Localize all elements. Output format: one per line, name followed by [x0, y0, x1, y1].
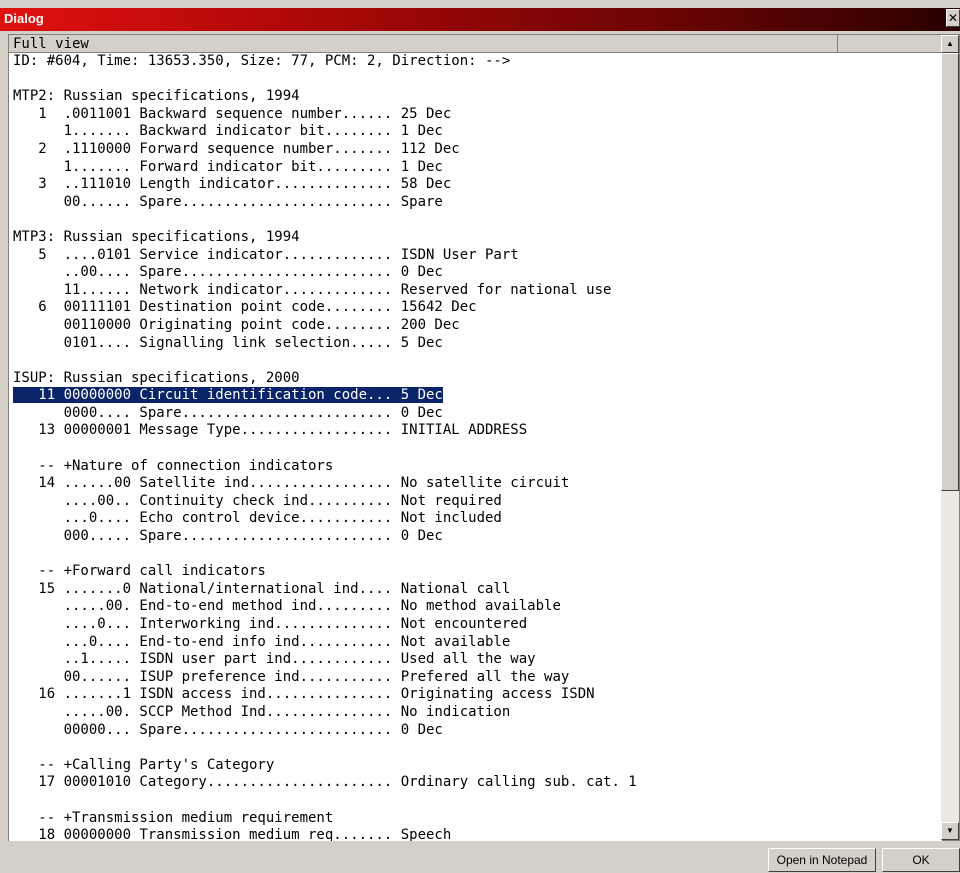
header-column-divider[interactable] [837, 35, 941, 52]
message-line-text: ..1..... ISDN user part ind............ … [13, 651, 536, 668]
message-line-text: 0000.... Spare......................... … [13, 404, 443, 421]
message-line-text: 3 ..111010 Length indicator.............… [13, 176, 452, 193]
message-line[interactable]: 11...... Network indicator............. … [9, 282, 942, 300]
message-line-text: MTP3: Russian specifications, 1994 [13, 228, 300, 245]
close-button[interactable]: ✕ [946, 9, 960, 27]
message-line-text: 16 .......1 ISDN access ind.............… [13, 686, 595, 703]
message-line-text: 00110000 Originating point code........ … [13, 316, 460, 333]
message-line-text: 000..... Spare......................... … [13, 528, 443, 545]
message-line[interactable]: 00...... ISUP preference ind........... … [9, 669, 942, 687]
message-line[interactable]: 18 00000000 Transmission medium req.....… [9, 827, 942, 841]
message-line-text: -- +Transmission medium requirement [13, 809, 334, 826]
full-view-header-label: Full view [13, 36, 89, 52]
message-line[interactable]: 13 00000001 Message Type................… [9, 422, 942, 440]
message-line[interactable]: -- +Forward call indicators [9, 563, 942, 581]
message-line[interactable]: 00110000 Originating point code........ … [9, 317, 942, 335]
message-line-text: 15 .......0 National/international ind..… [13, 580, 511, 597]
message-line-text: 11...... Network indicator............. … [13, 281, 612, 298]
message-line[interactable]: 14 ......00 Satellite ind...............… [9, 475, 942, 493]
message-line[interactable] [9, 211, 942, 229]
message-line[interactable]: 15 .......0 National/international ind..… [9, 581, 942, 599]
message-line[interactable]: ...0.... End-to-end info ind........... … [9, 634, 942, 652]
message-line-text: ....0... Interworking ind.............. … [13, 616, 528, 632]
message-line-text: 6 00111101 Destination point code.......… [13, 299, 477, 316]
message-line[interactable]: ..1..... ISDN user part ind............ … [9, 651, 942, 669]
message-line[interactable]: 0101.... Signalling link selection..... … [9, 335, 942, 353]
message-line[interactable]: 2 .1110000 Forward sequence number......… [9, 141, 942, 159]
message-line[interactable]: MTP2: Russian specifications, 1994 [9, 88, 942, 106]
message-line-text: 17 00001010 Category....................… [13, 774, 637, 791]
dialog-window: Dialog ✕ Full view ID: #604, Time: 13653… [0, 0, 960, 873]
message-line-text: ...0.... End-to-end info ind........... … [13, 633, 511, 650]
message-line[interactable] [9, 792, 942, 810]
message-line[interactable]: 1 .0011001 Backward sequence number.....… [9, 106, 942, 124]
message-line[interactable]: -- +Transmission medium requirement [9, 810, 942, 828]
message-line-text: 14 ......00 Satellite ind...............… [13, 475, 570, 492]
message-line-text: 11 00000000 Circuit identification code.… [13, 387, 443, 404]
message-line-text: 13 00000001 Message Type................… [13, 422, 528, 439]
message-line[interactable]: ISUP: Russian specifications, 2000 [9, 370, 942, 388]
message-line[interactable]: 0000.... Spare......................... … [9, 405, 942, 423]
message-line[interactable]: 00000... Spare......................... … [9, 722, 942, 740]
message-line[interactable]: 17 00001010 Category....................… [9, 774, 942, 792]
message-line[interactable]: -- +Nature of connection indicators [9, 458, 942, 476]
message-line[interactable]: .....00. End-to-end method ind......... … [9, 598, 942, 616]
message-line-text: 1....... Forward indicator bit......... … [13, 158, 443, 175]
window-title: Dialog [4, 11, 44, 26]
message-line[interactable]: MTP3: Russian specifications, 1994 [9, 229, 942, 247]
message-line[interactable]: ..00.... Spare......................... … [9, 264, 942, 282]
message-line[interactable] [9, 739, 942, 757]
message-line-text: 1....... Backward indicator bit........ … [13, 123, 443, 140]
message-line-text: 18 00000000 Transmission medium req.....… [13, 827, 452, 841]
open-in-notepad-button[interactable]: Open in Notepad [768, 848, 876, 872]
message-line-text: 1 .0011001 Backward sequence number.....… [13, 105, 452, 122]
message-line[interactable]: ID: #604, Time: 13653.350, Size: 77, PCM… [9, 53, 942, 71]
ok-button[interactable]: OK [882, 848, 960, 872]
full-view-panel: Full view ID: #604, Time: 13653.350, Siz… [8, 34, 960, 841]
message-line[interactable]: 000..... Spare......................... … [9, 528, 942, 546]
message-line[interactable]: 16 .......1 ISDN access ind.............… [9, 686, 942, 704]
message-line-text: ID: #604, Time: 13653.350, Size: 77, PCM… [13, 53, 511, 69]
message-line-text: 2 .1110000 Forward sequence number......… [13, 140, 460, 157]
message-line[interactable] [9, 71, 942, 89]
message-line[interactable]: 5 ....0101 Service indicator............… [9, 247, 942, 265]
message-line[interactable]: 1....... Backward indicator bit........ … [9, 123, 942, 141]
scroll-up-button[interactable]: ▲ [941, 35, 959, 53]
message-line[interactable]: 1....... Forward indicator bit......... … [9, 159, 942, 177]
message-line[interactable]: ...0.... Echo control device........... … [9, 510, 942, 528]
message-line[interactable] [9, 440, 942, 458]
message-line-text: .....00. End-to-end method ind......... … [13, 598, 561, 615]
title-bar[interactable]: Dialog ✕ [0, 8, 960, 31]
selected-message-line[interactable]: 11 00000000 Circuit identification code.… [9, 387, 942, 405]
message-line-text: -- +Forward call indicators [13, 563, 266, 580]
message-line-text: 00...... Spare......................... … [13, 193, 443, 210]
message-line-text: 00...... ISUP preference ind........... … [13, 668, 570, 685]
message-line[interactable]: -- +Calling Party's Category [9, 757, 942, 775]
message-line[interactable]: 00...... Spare......................... … [9, 194, 942, 212]
message-line-text: 00000... Spare......................... … [13, 721, 443, 738]
decoded-message-text[interactable]: ID: #604, Time: 13653.350, Size: 77, PCM… [9, 53, 942, 841]
message-line[interactable]: ....00.. Continuity check ind.......... … [9, 493, 942, 511]
message-line[interactable] [9, 352, 942, 370]
message-line-text: 0101.... Signalling link selection..... … [13, 334, 443, 351]
message-line[interactable]: .....00. SCCP Method Ind............... … [9, 704, 942, 722]
message-line-text: ..00.... Spare......................... … [13, 264, 443, 281]
message-line[interactable]: 6 00111101 Destination point code.......… [9, 299, 942, 317]
message-line[interactable]: 3 ..111010 Length indicator.............… [9, 176, 942, 194]
scroll-down-button[interactable]: ▼ [941, 822, 959, 840]
message-line-text: MTP2: Russian specifications, 1994 [13, 88, 300, 105]
message-line[interactable] [9, 546, 942, 564]
message-line[interactable]: ....0... Interworking ind.............. … [9, 616, 942, 634]
column-header: Full view [9, 35, 942, 53]
scroll-thumb[interactable] [941, 53, 959, 491]
message-line-text: 5 ....0101 Service indicator............… [13, 246, 519, 263]
message-line-text: ISUP: Russian specifications, 2000 [13, 369, 300, 386]
message-line-text: -- +Calling Party's Category [13, 756, 275, 773]
message-line-text: .....00. SCCP Method Ind............... … [13, 703, 511, 720]
message-line-text: ....00.. Continuity check ind.......... … [13, 492, 502, 509]
vertical-scrollbar[interactable]: ▲ ▼ [941, 35, 959, 840]
message-line-text: -- +Nature of connection indicators [13, 457, 334, 474]
message-line-text: ...0.... Echo control device........... … [13, 510, 502, 527]
